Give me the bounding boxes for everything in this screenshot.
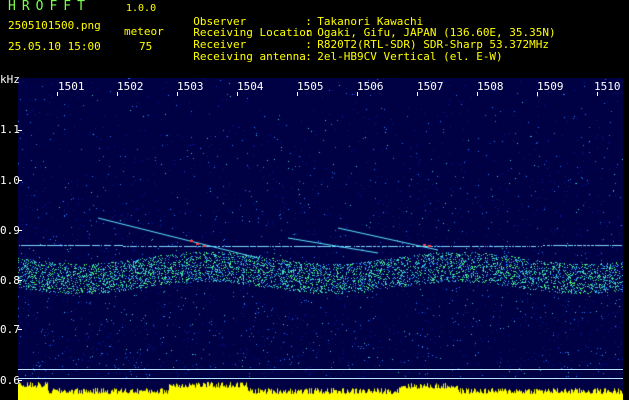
- info-value: 2el-HB9CV Vertical (el. E-W): [317, 50, 503, 63]
- y-tick: [18, 380, 22, 381]
- y-tick-label: 1.0: [0, 174, 20, 187]
- y-tick-label: 1.1: [0, 123, 20, 136]
- y-tick-label: 0.9: [0, 224, 20, 237]
- y-tick: [18, 329, 22, 330]
- x-tick-label: 1506: [357, 80, 384, 93]
- x-tick-label: 1501: [58, 80, 85, 93]
- x-tick: [477, 92, 478, 96]
- x-tick-label: 1503: [177, 80, 204, 93]
- datetime: 25.05.10 15:00: [8, 40, 101, 53]
- y-tick: [18, 230, 22, 231]
- info-label: Receiving antenna: [193, 50, 306, 63]
- x-tick-label: 1504: [237, 80, 264, 93]
- file-name: 2505101500.png: [8, 19, 101, 32]
- y-tick: [18, 280, 22, 281]
- info-separator: :: [305, 50, 312, 63]
- y-tick-label: 0.7: [0, 323, 20, 336]
- meteor-label: meteor: [124, 25, 164, 38]
- x-tick: [57, 92, 58, 96]
- info-antenna: Receiving antenna: 2el-HB9CV Vertical (el…: [180, 40, 503, 63]
- y-axis-unit: kHz: [0, 73, 20, 86]
- x-tick: [117, 92, 118, 96]
- x-tick: [177, 92, 178, 96]
- x-tick-label: 1502: [117, 80, 144, 93]
- y-tick-label: 0.8: [0, 274, 20, 287]
- x-tick: [297, 92, 298, 96]
- spectrogram-display: [18, 78, 623, 400]
- reference-line: [18, 369, 623, 370]
- reference-line: [18, 378, 623, 379]
- x-tick-label: 1507: [417, 80, 444, 93]
- x-tick: [357, 92, 358, 96]
- spectrogram-canvas: [18, 78, 623, 400]
- app-version: 1.0.0: [126, 3, 157, 14]
- x-tick-label: 1508: [477, 80, 504, 93]
- x-tick: [417, 92, 418, 96]
- x-tick-label: 1505: [297, 80, 324, 93]
- meteor-count: 75: [139, 40, 153, 53]
- x-tick-label: 1509: [537, 80, 564, 93]
- y-tick-label: 0.6: [0, 374, 20, 387]
- x-tick: [537, 92, 538, 96]
- y-tick: [18, 180, 22, 181]
- y-tick: [18, 130, 22, 131]
- x-tick: [237, 92, 238, 96]
- app-title: HROFFT: [8, 0, 91, 14]
- x-tick: [597, 92, 598, 96]
